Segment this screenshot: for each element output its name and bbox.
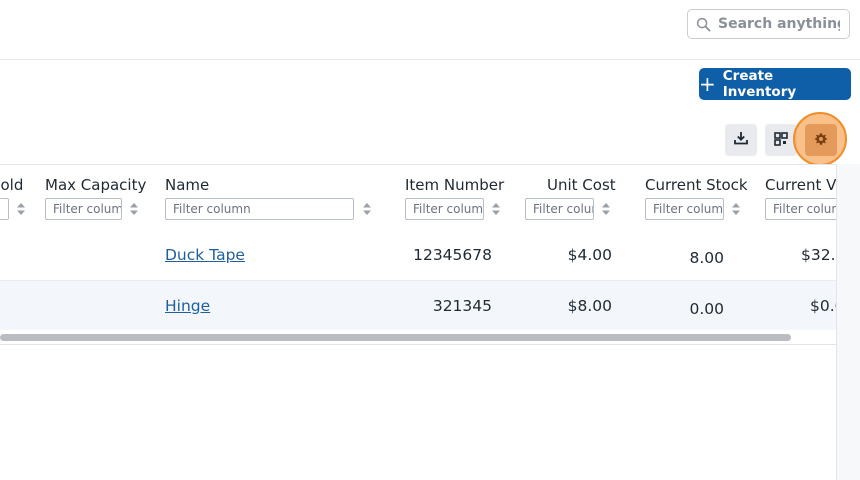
create-inventory-button[interactable]: + Create Inventory <box>699 68 851 100</box>
column-title: Item Number <box>405 176 505 194</box>
filter-input[interactable]: Filter column <box>645 198 724 220</box>
create-inventory-label: Create Inventory <box>722 68 797 100</box>
vertical-scrollbar[interactable] <box>836 164 860 480</box>
filter-input[interactable]: Filter column <box>765 198 838 220</box>
column-title: Name <box>165 176 210 194</box>
plus-icon: + <box>699 72 716 96</box>
column-title: Unit Cost <box>547 176 616 194</box>
current-stock-cell: 0.00 <box>689 300 724 318</box>
table-row[interactable]: Duck Tape 12345678 $4.00 8.00 $32.0 <box>0 230 838 280</box>
column-header-unit-cost[interactable]: Unit Cost Filter column <box>509 165 629 231</box>
unit-cost-cell: $4.00 <box>567 246 612 264</box>
column-header-name[interactable]: Name Filter column <box>149 165 389 231</box>
column-header-threshold[interactable]: hold <box>0 165 29 231</box>
download-button[interactable] <box>725 124 757 156</box>
column-header-item-number[interactable]: Item Number Filter column <box>389 165 509 231</box>
column-header-current-value[interactable]: Current Va Filter column <box>749 165 838 231</box>
column-header-max-capacity[interactable]: Max Capacity Filter column <box>29 165 149 231</box>
sort-icon[interactable] <box>731 202 741 216</box>
column-title: Current Stock <box>645 176 748 194</box>
download-icon <box>733 130 749 150</box>
filter-input[interactable]: Filter column <box>525 198 594 220</box>
current-stock-cell: 8.00 <box>689 249 724 267</box>
table-row[interactable]: Hinge 321345 $8.00 0.00 $0.0 <box>0 280 838 330</box>
settings-button[interactable] <box>805 124 837 156</box>
column-header-current-stock[interactable]: Current Stock Filter column <box>629 165 749 231</box>
search-input[interactable] <box>718 16 840 32</box>
sort-icon[interactable] <box>362 202 372 216</box>
current-value-cell: $0.0 <box>810 297 838 315</box>
top-bar <box>0 0 860 60</box>
scrollbar-thumb[interactable] <box>0 334 791 341</box>
column-title: Max Capacity <box>45 176 147 194</box>
horizontal-scrollbar[interactable] <box>0 330 836 345</box>
filter-input[interactable]: Filter column <box>165 198 354 220</box>
gear-icon <box>814 131 828 150</box>
table-header: hold Max Capacity Filter column Name Fil… <box>0 164 838 231</box>
sort-icon[interactable] <box>129 202 139 216</box>
sort-icon[interactable] <box>601 202 611 216</box>
filter-input[interactable]: Filter column <box>405 198 484 220</box>
inventory-table: Duck Tape 12345678 $4.00 8.00 $32.0 Hing… <box>0 164 838 331</box>
column-title: Current Va <box>765 176 838 194</box>
search-icon <box>696 16 712 32</box>
sort-icon[interactable] <box>491 202 501 216</box>
qr-code-icon <box>774 131 788 150</box>
item-name-link[interactable]: Duck Tape <box>165 246 245 264</box>
filter-input[interactable]: Filter column <box>45 198 122 220</box>
global-search[interactable] <box>687 9 850 39</box>
item-name-link[interactable]: Hinge <box>165 297 210 315</box>
item-number-cell: 321345 <box>432 297 492 315</box>
unit-cost-cell: $8.00 <box>567 297 612 315</box>
item-number-cell: 12345678 <box>413 246 492 264</box>
sort-icon[interactable] <box>16 202 26 216</box>
column-title: hold <box>0 176 24 194</box>
filter-input[interactable] <box>0 198 9 220</box>
current-value-cell: $32.0 <box>801 246 838 264</box>
